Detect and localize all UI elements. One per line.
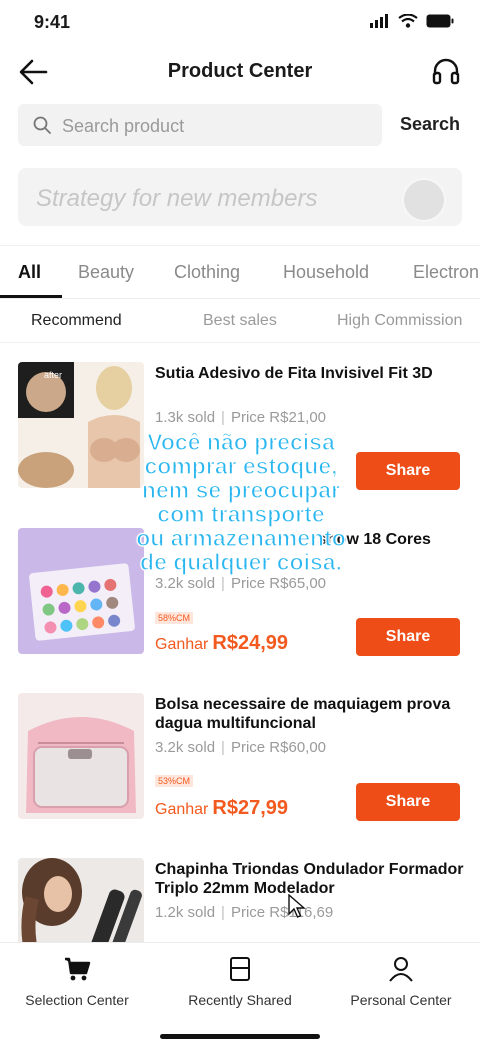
status-icons bbox=[370, 14, 454, 28]
caption-line: Você não precisa bbox=[147, 429, 336, 455]
commission-badge: 53%CM bbox=[155, 775, 194, 787]
caption-line: nem se preocupar bbox=[141, 477, 341, 503]
search-input[interactable] bbox=[60, 104, 374, 148]
sort-tabs: Recommend Best sales High Commission bbox=[0, 298, 480, 343]
product-title: Chapinha Triondas Ondulador Formador Tri… bbox=[155, 861, 464, 897]
caption-line: com transporte bbox=[157, 501, 326, 527]
search-box[interactable] bbox=[18, 104, 382, 148]
sort-high-commission[interactable]: High Commission bbox=[337, 312, 462, 330]
product-title: Bolsa necessaire de maquiagem prova dagu… bbox=[155, 696, 451, 732]
video-caption-overlay: Você não precisa comprar estoque, nem se… bbox=[96, 429, 386, 575]
earn-value: R$27,99 bbox=[212, 797, 288, 819]
nav-selection-center[interactable]: Selection Center bbox=[2, 955, 152, 1008]
search-icon bbox=[33, 116, 51, 134]
product-meta: 1.2k sold | Price R$116,69 bbox=[155, 904, 334, 921]
product-meta: 1.3k sold | Price R$21,00 bbox=[155, 409, 327, 426]
headset-icon bbox=[432, 58, 460, 85]
earn-amount: Ganhar R$27,99 bbox=[155, 797, 288, 820]
header: Product Center bbox=[0, 44, 480, 100]
product-sold: 3.2k sold bbox=[155, 739, 216, 756]
tab-beauty[interactable]: Beauty bbox=[78, 262, 134, 283]
nav-label: Recently Shared bbox=[188, 992, 292, 1008]
status-time: 9:41 bbox=[34, 12, 71, 32]
caption-line: de qualquer coisa. bbox=[139, 549, 342, 575]
tab-electronics[interactable]: Electron bbox=[413, 262, 479, 283]
product-price: Price R$116,69 bbox=[230, 904, 334, 921]
banner-text: Strategy for new members bbox=[36, 185, 318, 212]
nav-label: Selection Center bbox=[25, 992, 129, 1008]
product-thumbnail bbox=[18, 693, 144, 819]
tab-household[interactable]: Household bbox=[283, 262, 369, 283]
customer-service-button[interactable] bbox=[428, 54, 464, 90]
commission-badge: 58%CM bbox=[155, 612, 194, 624]
home-indicator bbox=[160, 1034, 320, 1039]
document-icon bbox=[230, 957, 250, 981]
strategy-banner[interactable]: Strategy for new members bbox=[18, 168, 462, 226]
tab-all[interactable]: All bbox=[18, 262, 41, 283]
earn-label: Ganhar bbox=[155, 801, 209, 818]
thumb-tag: after bbox=[44, 370, 63, 380]
product-meta: 3.2k sold | Price R$60,00 bbox=[155, 739, 327, 756]
share-button[interactable]: Share bbox=[356, 783, 460, 821]
share-button[interactable]: Share bbox=[356, 618, 460, 656]
product-thumbnail bbox=[18, 858, 144, 942]
product-price: Price R$60,00 bbox=[230, 739, 327, 756]
earn-amount: Ganhar R$24,99 bbox=[155, 632, 288, 655]
mouse-cursor-icon bbox=[288, 894, 306, 918]
battery-icon bbox=[426, 14, 454, 28]
tab-clothing[interactable]: Clothing bbox=[174, 262, 240, 283]
sort-recommend[interactable]: Recommend bbox=[31, 312, 122, 330]
product-price: Price R$65,00 bbox=[230, 575, 327, 592]
banner-coin-icon bbox=[402, 178, 446, 222]
nav-recently-shared[interactable]: Recently Shared bbox=[165, 955, 315, 1008]
signal-icon bbox=[370, 14, 388, 28]
product-price: Price R$21,00 bbox=[230, 409, 327, 426]
category-tabs: All Beauty Clothing Household Electron bbox=[0, 245, 480, 299]
nav-label: Personal Center bbox=[350, 992, 452, 1008]
product-meta: 3.2k sold | Price R$65,00 bbox=[155, 575, 327, 592]
product-sold: 1.3k sold bbox=[155, 409, 216, 426]
product-item[interactable]: Chapinha Triondas Ondulador Formador Tri… bbox=[0, 858, 480, 942]
search-row: Search bbox=[18, 104, 462, 148]
sort-best-sales[interactable]: Best sales bbox=[203, 312, 277, 330]
caption-line: ou armazenamento bbox=[136, 525, 347, 551]
product-sold: 1.2k sold bbox=[155, 904, 216, 921]
nav-personal-center[interactable]: Personal Center bbox=[326, 955, 476, 1008]
status-bar: 9:41 bbox=[0, 0, 480, 44]
earn-label: Ganhar bbox=[155, 636, 209, 653]
search-button[interactable]: Search bbox=[400, 114, 460, 135]
product-title: Sutia Adesivo de Fita Invisivel Fit 3D bbox=[155, 365, 433, 382]
wifi-icon bbox=[398, 14, 418, 28]
product-item[interactable]: Bolsa necessaire de maquiagem prova dagu… bbox=[0, 693, 480, 823]
product-sold: 3.2k sold bbox=[155, 575, 216, 592]
bottom-nav: Selection Center Recently Shared Persona… bbox=[0, 942, 480, 1043]
caption-line: comprar estoque, bbox=[144, 453, 338, 479]
cart-icon bbox=[65, 957, 91, 981]
page-title: Product Center bbox=[167, 60, 313, 82]
earn-value: R$24,99 bbox=[212, 632, 288, 654]
person-icon bbox=[389, 957, 413, 982]
